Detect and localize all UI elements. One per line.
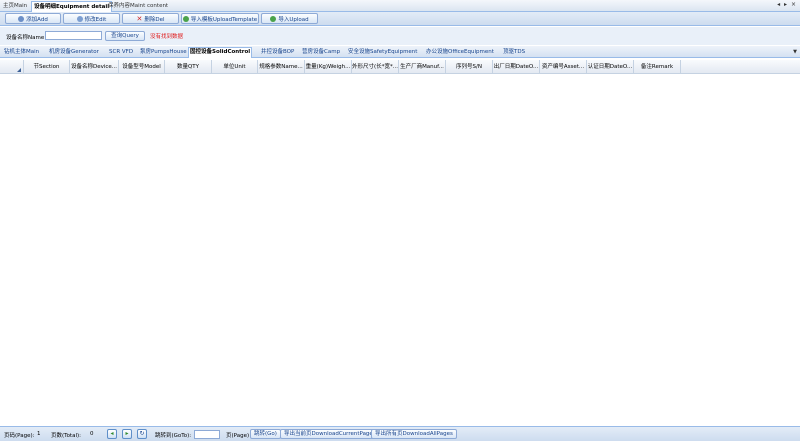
edit-icon [76, 15, 83, 22]
column-header[interactable]: 单位Unit [212, 60, 258, 74]
refresh-button[interactable]: ↻ [137, 429, 147, 439]
grid-body[interactable] [0, 75, 800, 425]
tab-scroll-controls[interactable]: ◂ ▸ × [777, 1, 797, 8]
upload-label: 导入Upload [278, 16, 309, 23]
column-header[interactable]: 生产厂商Manuf... [399, 60, 446, 74]
column-header[interactable]: 备注Remark [634, 60, 681, 74]
download-current-page-button[interactable]: 导出当前页DownloadCurrentPage [280, 429, 377, 439]
goto-label: 跳转到(GoTo): [155, 433, 192, 439]
next-icon: ▸ [125, 430, 129, 437]
grid-header: 节Section 设备名称Device... 设备型号Model 数量QTY 单… [0, 60, 800, 74]
delete-label: 删除Del [144, 16, 165, 23]
delete-button[interactable]: ✕ 删除Del [122, 13, 179, 24]
download-all-pages-button[interactable]: 导出所有页DownloadAllPages [371, 429, 457, 439]
template-label: 导入模板UploadTemplate [190, 16, 258, 23]
total-value: 0 [90, 431, 94, 437]
edit-label: 修改Edit [84, 16, 107, 23]
tab-office-equipment[interactable]: 办公设施OfficeEquipment [425, 48, 495, 58]
pager-bar: 页码(Page): 1 页数(Total): 0 ◂ ▸ ↻ 跳转到(GoTo)… [0, 426, 800, 441]
toolbar: 添加Add 修改Edit ✕ 删除Del 导入模板UploadTemplate 导… [0, 12, 800, 26]
total-label: 页数(Total): [51, 433, 81, 439]
column-header[interactable]: 规格参数Name... [258, 60, 305, 74]
tab-safety-equipment[interactable]: 安全设施SafetyEquipment [347, 48, 418, 58]
add-label: 添加Add [26, 16, 48, 23]
go-button[interactable]: 跳转(Go) [250, 429, 281, 439]
tab-tds[interactable]: 顶驱TDS [502, 48, 526, 58]
column-header[interactable]: 节Section [24, 60, 70, 74]
next-page-button[interactable]: ▸ [122, 429, 132, 439]
edit-button[interactable]: 修改Edit [63, 13, 120, 24]
page-unit-label: 页(Page) [226, 433, 250, 439]
tab-generator[interactable]: 机房设备Generator [48, 48, 100, 58]
column-header[interactable]: 认证日期DateO... [587, 60, 634, 74]
tabs-dropdown-icon[interactable]: ▼ [793, 49, 797, 55]
refresh-icon: ↻ [139, 430, 145, 437]
upload-button[interactable]: 导入Upload [261, 13, 318, 24]
column-header[interactable]: 资产编号Asset... [540, 60, 587, 74]
no-data-message: 没有找到数据 [150, 34, 184, 40]
column-header[interactable]: 序列号S/N [446, 60, 493, 74]
column-header[interactable]: 设备型号Model [119, 60, 165, 74]
name-label: 设备名称Name [6, 35, 45, 41]
column-header[interactable]: 数量QTY [165, 60, 212, 74]
goto-page-input[interactable] [194, 430, 220, 439]
prev-icon: ◂ [110, 430, 114, 437]
tab-scr-vfd[interactable]: SCR VFD [108, 48, 134, 58]
query-button[interactable]: 查询Query [105, 31, 145, 41]
tab-bop[interactable]: 井控设备BOP [260, 48, 295, 58]
window-tab-bar: 主页Main 设备明细Equipment detail 保养内容Maint co… [0, 0, 800, 12]
prev-page-button[interactable]: ◂ [107, 429, 117, 439]
page-label: 页码(Page): [4, 433, 35, 439]
upload-icon [270, 15, 277, 22]
tab-solid-control[interactable]: 固控设备SolidControl [188, 47, 253, 58]
upload-template-button[interactable]: 导入模板UploadTemplate [181, 13, 259, 24]
tab-equipment-detail[interactable]: 设备明细Equipment detail [31, 1, 113, 12]
tab-main-body[interactable]: 钻机主体Main [3, 48, 40, 58]
page-value: 1 [37, 431, 41, 437]
template-icon [182, 15, 189, 22]
add-icon [18, 15, 25, 22]
column-header[interactable]: 设备名称Device... [70, 60, 119, 74]
row-selector-header[interactable] [0, 60, 24, 74]
column-header[interactable]: 外形尺寸(长*宽*... [352, 60, 399, 74]
tab-pumps-house[interactable]: 泵房PumpsHouse [139, 48, 188, 58]
search-bar: 设备名称Name 查询Query 没有找到数据 [0, 27, 800, 45]
tab-maint-content[interactable]: 保养内容Maint content [106, 1, 170, 12]
tab-camp[interactable]: 营房设备Camp [301, 48, 341, 58]
column-header[interactable]: 出厂日期DateO... [493, 60, 540, 74]
column-header[interactable]: 重量(Kg)Weigh... [305, 60, 352, 74]
category-tabs: 钻机主体Main 机房设备Generator SCR VFD 泵房PumpsHo… [0, 46, 800, 58]
add-button[interactable]: 添加Add [5, 13, 61, 24]
name-search-input[interactable] [45, 31, 102, 40]
delete-icon: ✕ [136, 14, 143, 23]
tab-main[interactable]: 主页Main [1, 1, 29, 12]
